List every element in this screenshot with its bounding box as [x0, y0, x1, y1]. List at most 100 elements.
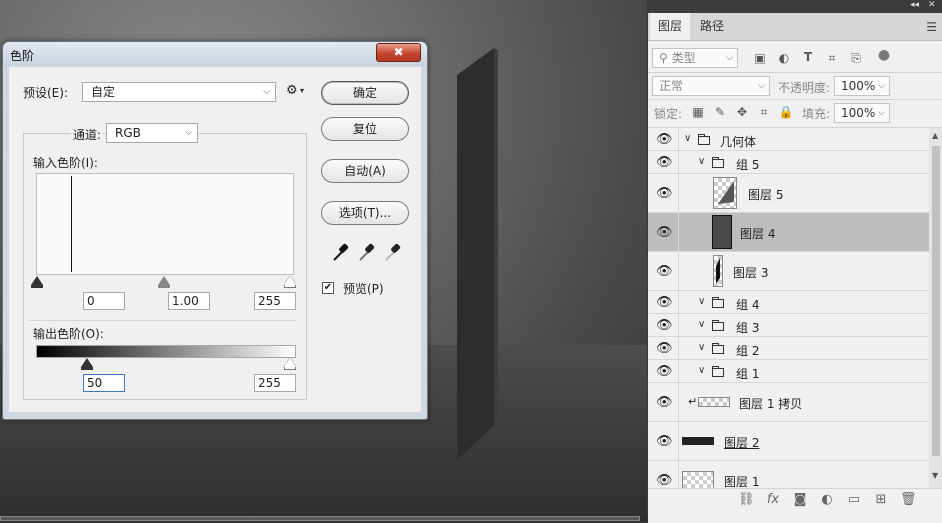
layer-row-group[interactable]: 👁 ∨ 几何体: [648, 128, 929, 151]
eye-icon[interactable]: 👁: [656, 264, 673, 279]
channel-select[interactable]: RGB ⌵: [106, 123, 198, 143]
lock-artboard-icon[interactable]: ⌗: [756, 105, 772, 120]
collapse-icon[interactable]: ◂◂: [910, 0, 919, 10]
filter-adjustment-icon[interactable]: ◐: [776, 51, 792, 65]
ok-button[interactable]: 确定: [321, 81, 409, 105]
output-levels-label: 输出色阶(O):: [33, 327, 104, 341]
new-group-icon[interactable]: ▭: [846, 492, 862, 507]
tab-paths[interactable]: 路径: [692, 13, 732, 40]
prism-edge: [494, 48, 498, 425]
reset-button[interactable]: 复位: [321, 117, 409, 141]
eye-icon[interactable]: 👁: [656, 318, 673, 333]
close-button[interactable]: ✖: [376, 43, 421, 62]
eye-icon[interactable]: 👁: [656, 395, 673, 410]
gray-eyedropper-icon[interactable]: [359, 243, 375, 261]
layer-row[interactable]: 👁 图层 5: [648, 174, 929, 213]
filter-smart-object-icon[interactable]: ⎘: [848, 51, 864, 66]
preview-checkbox[interactable]: ✔: [322, 282, 334, 294]
layer-name: 图层 3: [733, 266, 769, 280]
layer-row[interactable]: 👁 图层 1: [648, 461, 929, 488]
eye-icon[interactable]: 👁: [656, 473, 673, 488]
blend-mode-value: 正常: [659, 79, 684, 93]
opacity-field[interactable]: 100% ⌵: [834, 76, 890, 96]
eye-icon[interactable]: 👁: [656, 364, 673, 379]
layer-name: 组 3: [736, 321, 760, 335]
filter-toggle-icon[interactable]: ●: [876, 47, 892, 63]
fill-label: 填充:: [802, 107, 831, 121]
layer-row-group[interactable]: 👁 ∨ 组 3: [648, 314, 929, 337]
eye-icon[interactable]: 👁: [656, 186, 673, 201]
chevron-down-icon[interactable]: ∨: [684, 133, 691, 144]
output-black-field[interactable]: 50: [83, 374, 125, 392]
layers-footer: ⛓ fx ◙ ◐ ▭ ⊞ 🗑: [648, 488, 942, 523]
chevron-down-icon[interactable]: ∨: [698, 156, 705, 167]
channel-label: 通道:: [71, 126, 104, 143]
eye-icon[interactable]: 👁: [656, 225, 673, 240]
trash-icon[interactable]: 🗑: [900, 492, 917, 507]
eye-icon[interactable]: 👁: [656, 295, 673, 310]
canvas-horizontal-scrollbar[interactable]: [0, 515, 647, 522]
output-white-field[interactable]: 255: [254, 374, 296, 392]
chevron-down-icon[interactable]: ∨: [698, 296, 705, 307]
input-black-slider[interactable]: [31, 276, 43, 285]
link-layers-icon[interactable]: ⛓: [738, 492, 755, 507]
chevron-down-icon[interactable]: ∨: [698, 319, 705, 330]
input-white-field[interactable]: 255: [254, 292, 296, 310]
panel-top-strip: ◂◂ ✕: [648, 0, 942, 13]
lock-image-icon[interactable]: ✎: [712, 105, 728, 119]
fill-field[interactable]: 100% ⌵: [834, 103, 890, 123]
layer-name: 图层 1 拷贝: [739, 397, 803, 411]
eye-icon[interactable]: 👁: [656, 132, 673, 147]
layer-row-group[interactable]: 👁 ∨ 组 2: [648, 337, 929, 360]
filter-type-select[interactable]: ⚲ 类型 ⌵: [652, 48, 738, 68]
eye-icon[interactable]: 👁: [656, 155, 673, 170]
preset-select[interactable]: 自定 ⌵: [82, 82, 276, 102]
new-layer-icon[interactable]: ⊞: [873, 492, 889, 507]
filter-shape-icon[interactable]: ⌗: [824, 51, 840, 66]
layer-row[interactable]: 👁 图层 2: [648, 422, 929, 461]
layer-name: 组 2: [736, 344, 760, 358]
layer-row-group[interactable]: 👁 ∨ 组 1: [648, 360, 929, 383]
dialog-title: 色阶: [10, 49, 35, 63]
panel-menu-icon[interactable]: ☰: [926, 20, 937, 34]
eye-icon[interactable]: 👁: [656, 434, 673, 449]
folder-icon: [712, 157, 724, 168]
black-eyedropper-icon[interactable]: [333, 243, 349, 261]
blend-mode-select[interactable]: 正常 ⌵: [652, 76, 770, 96]
gear-icon[interactable]: ⚙: [286, 83, 298, 98]
dialog-titlebar[interactable]: 色阶 ✖: [3, 42, 427, 66]
layers-scrollbar[interactable]: ▲ ▼: [929, 128, 942, 488]
lock-position-icon[interactable]: ✥: [734, 105, 750, 119]
close-panel-icon[interactable]: ✕: [928, 0, 936, 10]
layer-row-group[interactable]: 👁 ∨ 组 5: [648, 151, 929, 174]
fx-icon[interactable]: fx: [765, 492, 781, 507]
chevron-down-icon[interactable]: ∨: [698, 342, 705, 353]
tab-layers[interactable]: 图层: [650, 13, 691, 40]
scroll-down-icon[interactable]: ▼: [932, 471, 938, 480]
output-white-slider[interactable]: [284, 358, 296, 367]
layer-row[interactable]: 👁 ↵ 图层 1 拷贝: [648, 383, 929, 422]
input-black-field[interactable]: 0: [83, 292, 125, 310]
options-button[interactable]: 选项(T)...: [321, 201, 409, 225]
lock-all-icon[interactable]: 🔒: [778, 105, 794, 119]
scroll-thumb[interactable]: [932, 146, 940, 456]
layer-row[interactable]: 👁 图层 3: [648, 252, 929, 291]
add-mask-icon[interactable]: ◙: [792, 492, 808, 507]
lock-transparent-icon[interactable]: ▦: [690, 105, 706, 119]
filter-type-icon[interactable]: T: [800, 50, 816, 64]
layer-row-selected[interactable]: 👁 图层 4: [648, 213, 929, 252]
input-gamma-field[interactable]: 1.00: [168, 292, 210, 310]
layer-row-group[interactable]: 👁 ∨ 组 4: [648, 291, 929, 314]
adjustment-layer-icon[interactable]: ◐: [819, 492, 835, 507]
input-white-slider[interactable]: [284, 276, 296, 285]
eye-icon[interactable]: 👁: [656, 341, 673, 356]
white-eyedropper-icon[interactable]: [385, 243, 401, 261]
opacity-label: 不透明度:: [778, 81, 831, 95]
input-gamma-slider[interactable]: [158, 276, 170, 285]
chevron-down-icon[interactable]: ∨: [698, 365, 705, 376]
filter-pixel-icon[interactable]: ▣: [752, 51, 768, 65]
auto-button[interactable]: 自动(A): [321, 159, 409, 183]
layers-panel: ◂◂ ✕ 图层 路径 ☰ ⚲ 类型 ⌵ ▣ ◐ T ⌗ ⎘ ● 正常 ⌵ 不透明…: [647, 0, 942, 523]
scroll-up-icon[interactable]: ▲: [932, 131, 938, 140]
output-black-slider[interactable]: [81, 358, 93, 367]
